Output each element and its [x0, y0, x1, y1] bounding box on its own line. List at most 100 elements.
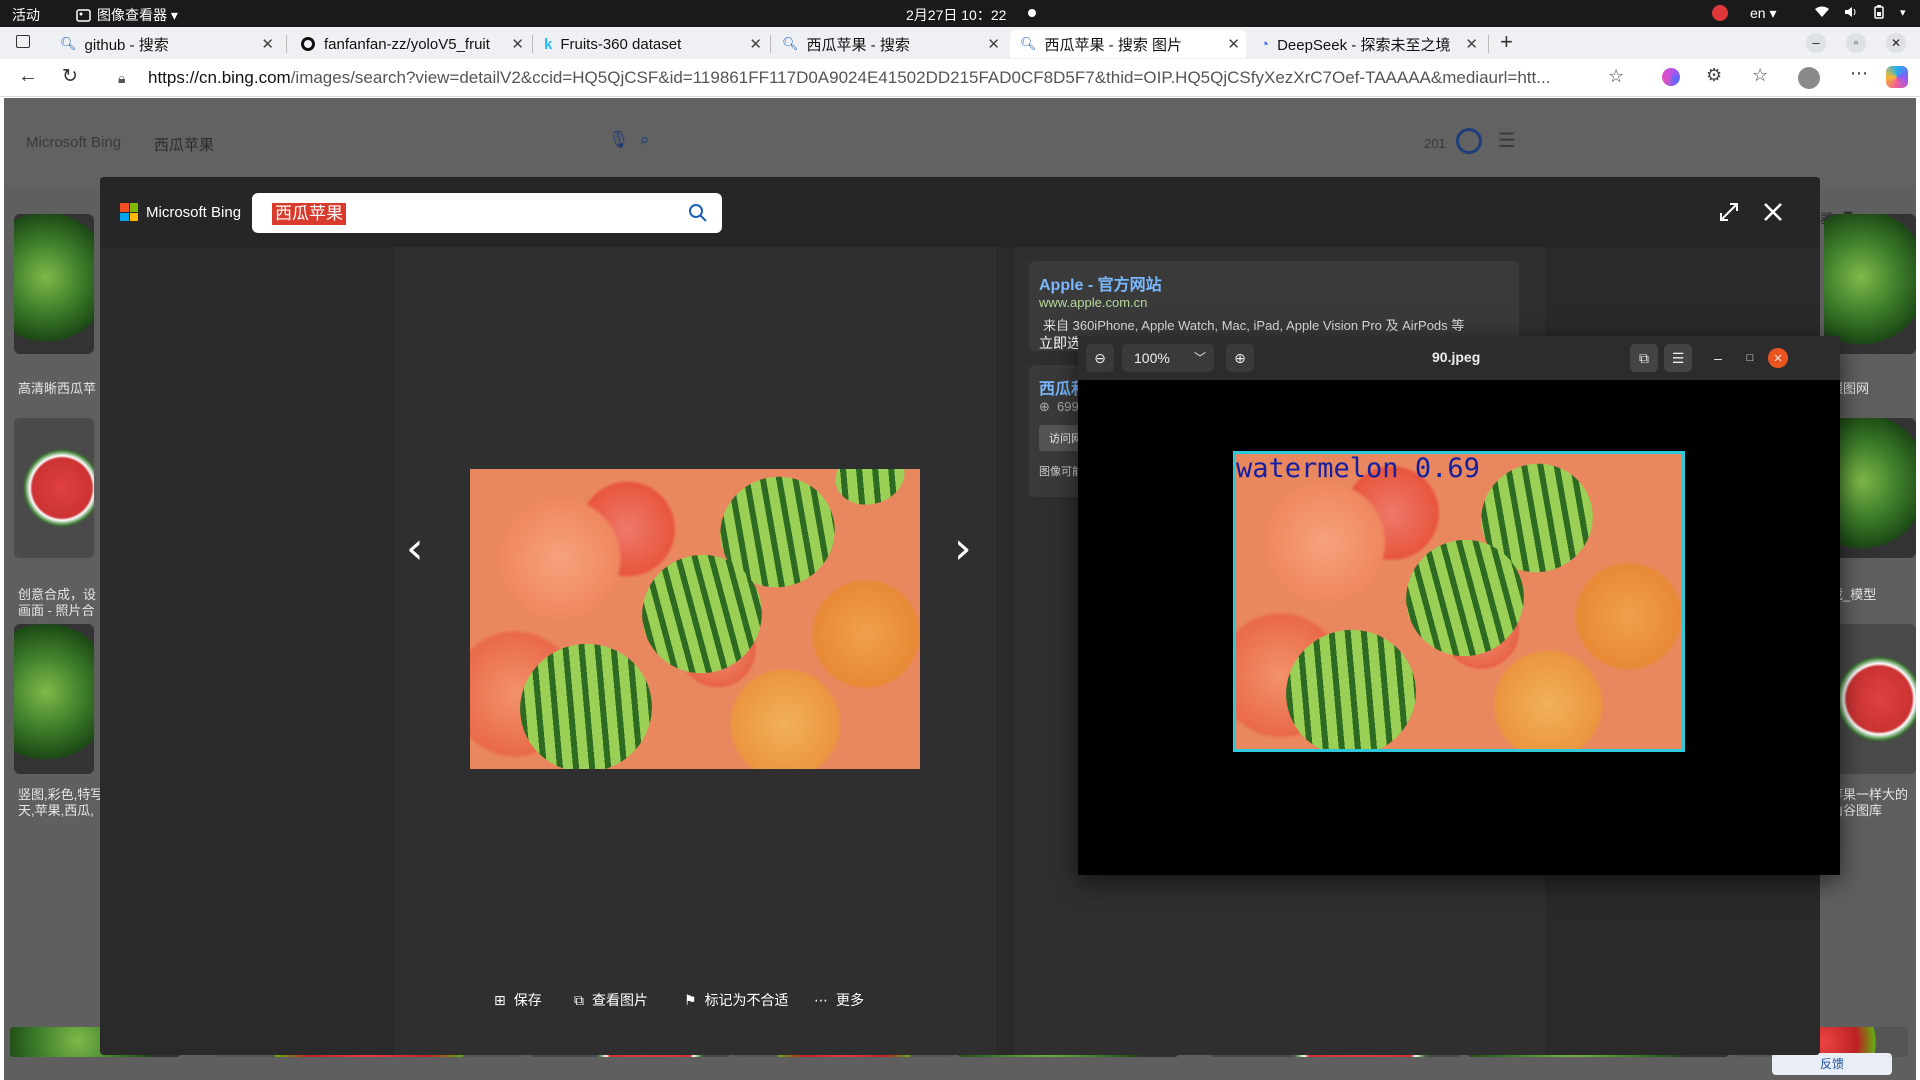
menu-icon[interactable]: ☰ — [1664, 344, 1692, 372]
close-icon[interactable]: ✕ — [1227, 35, 1240, 53]
more-menu-icon[interactable]: ⋯ — [1850, 63, 1868, 84]
result-caption[interactable]: 高清晰西瓜苹 — [18, 378, 96, 397]
viewer-titlebar[interactable]: ⊖ 100% ﹀ ⊕ 90.jpeg ⧉ ☰ – □ ✕ — [1078, 336, 1840, 380]
profile-avatar[interactable] — [1798, 67, 1820, 89]
favorite-star-icon[interactable]: ☆ — [1608, 66, 1624, 87]
mic-icon[interactable]: 🎙︎ — [608, 130, 630, 150]
tab-github-repo[interactable]: fanfanfan-zz/yoloV5_fruit ✕ — [290, 30, 530, 58]
tab-title: github - 搜索 — [84, 36, 169, 54]
more-icon: ⋯ — [814, 991, 828, 1008]
tab-divider — [770, 35, 771, 53]
system-status-area[interactable]: ▾ — [1814, 5, 1906, 19]
zoom-level-dropdown[interactable]: 100% ﹀ — [1122, 344, 1214, 372]
extensions-icon[interactable]: ⚙︎ — [1706, 65, 1722, 86]
result-domain[interactable]: www.apple.com.cn — [1039, 295, 1147, 310]
overlay-bing-logo[interactable]: Microsoft Bing — [120, 203, 241, 221]
overlay-search-input[interactable]: 西瓜苹果 — [252, 193, 722, 233]
tab-deepseek[interactable]: ◔ DeepSeek - 探索未至之境 ✕ — [1250, 30, 1484, 58]
restore-button[interactable]: ▫ — [1846, 33, 1866, 53]
copilot-icon[interactable] — [1886, 66, 1908, 88]
close-window-button[interactable]: ✕ — [1768, 348, 1788, 368]
result-caption[interactable]: 天,苹果,西瓜, — [18, 800, 94, 819]
rewards-icon[interactable] — [1456, 128, 1482, 154]
collections-icon[interactable]: ☆ — [1752, 65, 1768, 86]
url-field[interactable]: 🔒︎ https://cn.bing.com/images/search?vie… — [104, 63, 1644, 93]
more-button[interactable]: ⋯ 更多 — [814, 990, 864, 1010]
result-thumbnail[interactable] — [1824, 214, 1916, 354]
close-icon[interactable]: ✕ — [749, 35, 762, 53]
search-icon: 🔍︎ — [60, 36, 77, 51]
notification-dot — [1028, 9, 1036, 17]
image-viewer-window: ⊖ 100% ﹀ ⊕ 90.jpeg ⧉ ☰ – □ ✕ watermelon … — [1078, 336, 1840, 875]
result-meta: 699 — [1057, 399, 1079, 414]
save-icon: ⊞ — [494, 991, 506, 1008]
minimize-button[interactable]: – — [1806, 33, 1826, 53]
fullscreen-icon[interactable]: ⧉ — [1630, 344, 1658, 372]
reload-button[interactable]: ↻ — [62, 65, 78, 88]
close-icon[interactable]: ✕ — [1465, 35, 1478, 53]
back-button[interactable]: ← — [18, 65, 38, 88]
main-image-panel: ‹ › ⊞ 保存 ⧉ 查看图片 ⚑ 标记为不合适 ⋯ 更多 — [394, 247, 996, 1055]
tab-github-search[interactable]: 🔍︎ github - 搜索 ✕ — [50, 30, 280, 58]
search-icon[interactable]: ⌕ — [640, 130, 650, 150]
tab-bing-search[interactable]: 🔍︎ 西瓜苹果 - 搜索 ✕ — [772, 30, 1006, 58]
detection-label: watermelon 0.69 — [1236, 454, 1480, 484]
zoom-out-icon[interactable]: ⊖ — [1086, 344, 1114, 372]
close-icon[interactable]: ✕ — [511, 35, 524, 53]
search-icon[interactable] — [688, 203, 708, 223]
tab-kaggle[interactable]: k Fruits-360 dataset ✕ — [534, 30, 768, 58]
tab-title: fanfanfan-zz/yoloV5_fruit — [324, 35, 490, 53]
result-thumbnail[interactable] — [14, 214, 94, 354]
overlay-search-query: 西瓜苹果 — [272, 203, 346, 225]
lock-icon[interactable]: 🔒︎ — [118, 63, 125, 93]
expand-icon[interactable] — [1718, 201, 1740, 223]
detection-image[interactable]: watermelon 0.69 — [1233, 451, 1685, 752]
view-image-icon: ⧉ — [574, 991, 584, 1008]
result-caption[interactable]: 画面 - 照片合 — [18, 600, 95, 619]
url-path: /images/search?view=detailV2&ccid=HQ5QjC… — [290, 68, 1551, 87]
feedback-button[interactable]: 反馈 — [1772, 1053, 1892, 1075]
tab-divider — [532, 35, 533, 53]
result-thumbnail[interactable] — [14, 624, 94, 774]
close-icon[interactable]: ✕ — [261, 35, 274, 53]
tab-actions-icon[interactable] — [16, 35, 30, 48]
zoom-in-icon[interactable]: ⊕ — [1226, 344, 1254, 372]
chevron-down-icon: ﹀ — [1194, 351, 1207, 365]
flag-inappropriate-button[interactable]: ⚑ 标记为不合适 — [684, 990, 789, 1010]
copilot-extension-icon[interactable] — [1662, 68, 1680, 86]
close-icon[interactable] — [1762, 201, 1784, 223]
search-icon: 🔍︎ — [1020, 36, 1037, 51]
close-window-button[interactable]: ✕ — [1886, 33, 1906, 53]
result-title[interactable]: Apple - 官方网站 — [1039, 271, 1162, 295]
tab-bing-images-active[interactable]: 🔍︎ 西瓜苹果 - 搜索 图片 ✕ — [1010, 30, 1246, 58]
detection-confidence: 0.69 — [1414, 453, 1480, 484]
battery-icon — [1874, 5, 1884, 19]
next-image-button[interactable]: › — [954, 527, 972, 571]
activities-button[interactable]: 活动 — [12, 5, 40, 25]
app-menu[interactable]: 图像查看器 ▾ — [76, 5, 178, 25]
minimize-button[interactable]: – — [1704, 344, 1732, 372]
url-host: https://cn.bing.com — [148, 68, 291, 87]
main-image[interactable] — [470, 469, 920, 769]
rewards-count[interactable]: 201 — [1424, 136, 1446, 151]
image-viewer-icon — [76, 8, 91, 22]
deepseek-icon: ◔ — [1260, 35, 1270, 53]
save-button[interactable]: ⊞ 保存 — [494, 990, 542, 1010]
github-icon — [301, 37, 315, 51]
bing-logo[interactable]: Microsoft Bing — [26, 134, 121, 151]
clock[interactable]: 2月27日 10：22 — [906, 5, 1006, 25]
tab-strip: 🔍︎ github - 搜索 ✕ fanfanfan-zz/yoloV5_fru… — [0, 27, 1920, 59]
view-image-button[interactable]: ⧉ 查看图片 — [574, 990, 648, 1010]
previous-image-button[interactable]: ‹ — [406, 527, 424, 571]
hamburger-menu-icon[interactable]: ☰ — [1498, 128, 1516, 153]
language-indicator[interactable]: en ▾ — [1750, 5, 1777, 22]
search-icon: 🔍︎ — [782, 36, 799, 51]
kaggle-icon: k — [544, 35, 553, 53]
bg-search-query[interactable]: 西瓜苹果 — [154, 134, 214, 155]
close-icon[interactable]: ✕ — [987, 35, 1000, 53]
new-tab-button[interactable]: + — [1500, 29, 1513, 55]
result-thumbnail[interactable] — [14, 418, 94, 558]
maximize-button[interactable]: □ — [1736, 344, 1764, 372]
overlay-header: Microsoft Bing 西瓜苹果 — [100, 177, 1820, 247]
feedback-label: 反馈 — [1819, 1057, 1844, 1071]
